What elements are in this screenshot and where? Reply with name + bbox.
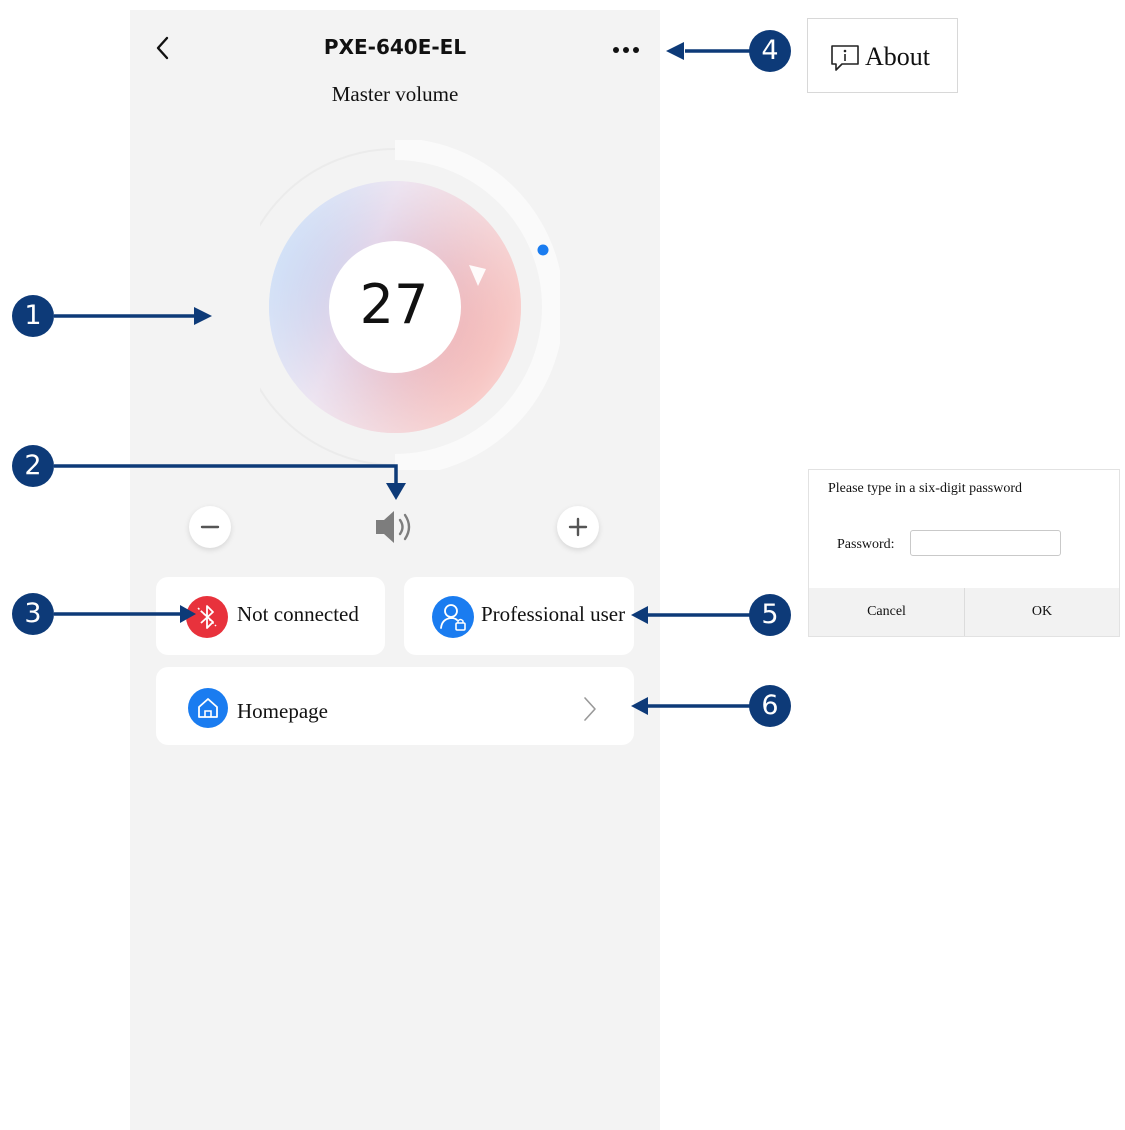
dialog-footer: Cancel OK: [809, 588, 1119, 636]
password-dialog: Please type in a six-digit password Pass…: [808, 469, 1120, 637]
callout-marker-6: 6: [749, 685, 791, 727]
callout-marker-5: 5: [749, 594, 791, 636]
about-menu-item[interactable]: About: [807, 18, 958, 93]
callout-marker-2: 2: [12, 445, 54, 487]
password-field-label: Password:: [837, 537, 895, 552]
cancel-button[interactable]: Cancel: [809, 588, 964, 636]
callout-marker-3: 3: [12, 593, 54, 635]
callout-marker-1: 1: [12, 295, 54, 337]
ok-button[interactable]: OK: [965, 588, 1119, 636]
dialog-title: Please type in a six-digit password: [828, 481, 1023, 496]
password-input[interactable]: [910, 530, 1061, 556]
callout-marker-4: 4: [749, 30, 791, 72]
info-comment-icon: [831, 45, 859, 71]
about-label: About: [865, 42, 930, 71]
